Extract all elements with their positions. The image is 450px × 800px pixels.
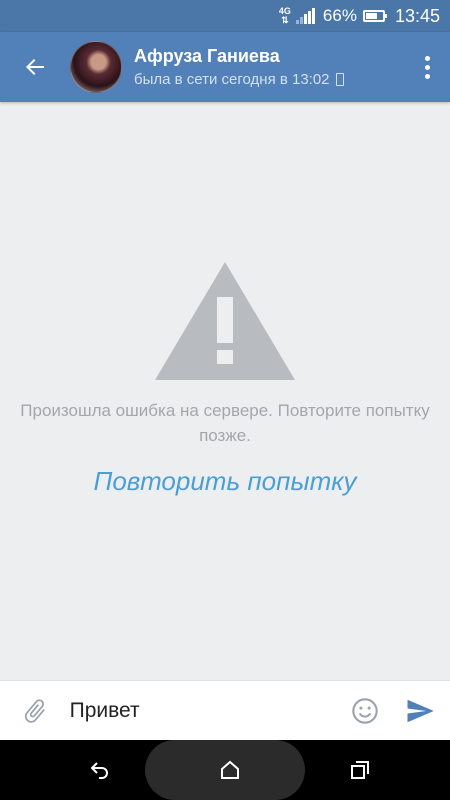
smile-icon — [352, 697, 379, 724]
contact-name: Афруза Ганиева — [134, 46, 280, 66]
arrow-left-icon — [26, 59, 44, 75]
error-state: Произошла ошибка на сервере. Повторите п… — [0, 102, 450, 680]
warning-icon — [155, 262, 295, 380]
nav-recents-button[interactable] — [340, 750, 380, 790]
nav-home-button[interactable] — [210, 750, 250, 790]
more-vertical-icon — [424, 55, 430, 61]
chat-header: Афруза Ганиева была в сети сегодня в 13:… — [0, 32, 450, 102]
navigation-bar — [0, 740, 450, 800]
paperclip-icon — [24, 698, 45, 723]
send-icon — [407, 699, 434, 722]
phone-icon — [335, 73, 344, 86]
battery-icon — [362, 10, 387, 22]
clock: 13:45 — [394, 5, 440, 26]
message-input[interactable] — [69, 690, 341, 731]
recents-icon — [351, 761, 369, 779]
send-button[interactable] — [390, 681, 450, 741]
nav-back-icon — [90, 762, 108, 779]
home-icon — [221, 760, 239, 779]
emoji-button[interactable] — [341, 681, 391, 741]
message-composer — [0, 680, 450, 740]
user-info[interactable]: Афруза Ганиева была в сети сегодня в 13:… — [134, 46, 404, 88]
more-menu-button[interactable] — [404, 32, 450, 102]
error-message: Произошла ошибка на сервере. Повторите п… — [20, 401, 430, 445]
attach-button[interactable] — [0, 681, 70, 741]
network-indicator: 4G ⇅ — [278, 6, 291, 25]
nav-back-button[interactable] — [80, 750, 120, 790]
avatar[interactable] — [70, 41, 122, 93]
battery-percent: 66% — [322, 6, 357, 25]
retry-button[interactable]: Повторить попытку — [0, 466, 450, 497]
last-seen-status: была в сети сегодня в 13:02 — [134, 71, 404, 88]
back-button[interactable] — [0, 32, 70, 102]
signal-icon — [295, 8, 315, 24]
status-bar: 4G ⇅ 66% 13:45 — [0, 0, 450, 32]
